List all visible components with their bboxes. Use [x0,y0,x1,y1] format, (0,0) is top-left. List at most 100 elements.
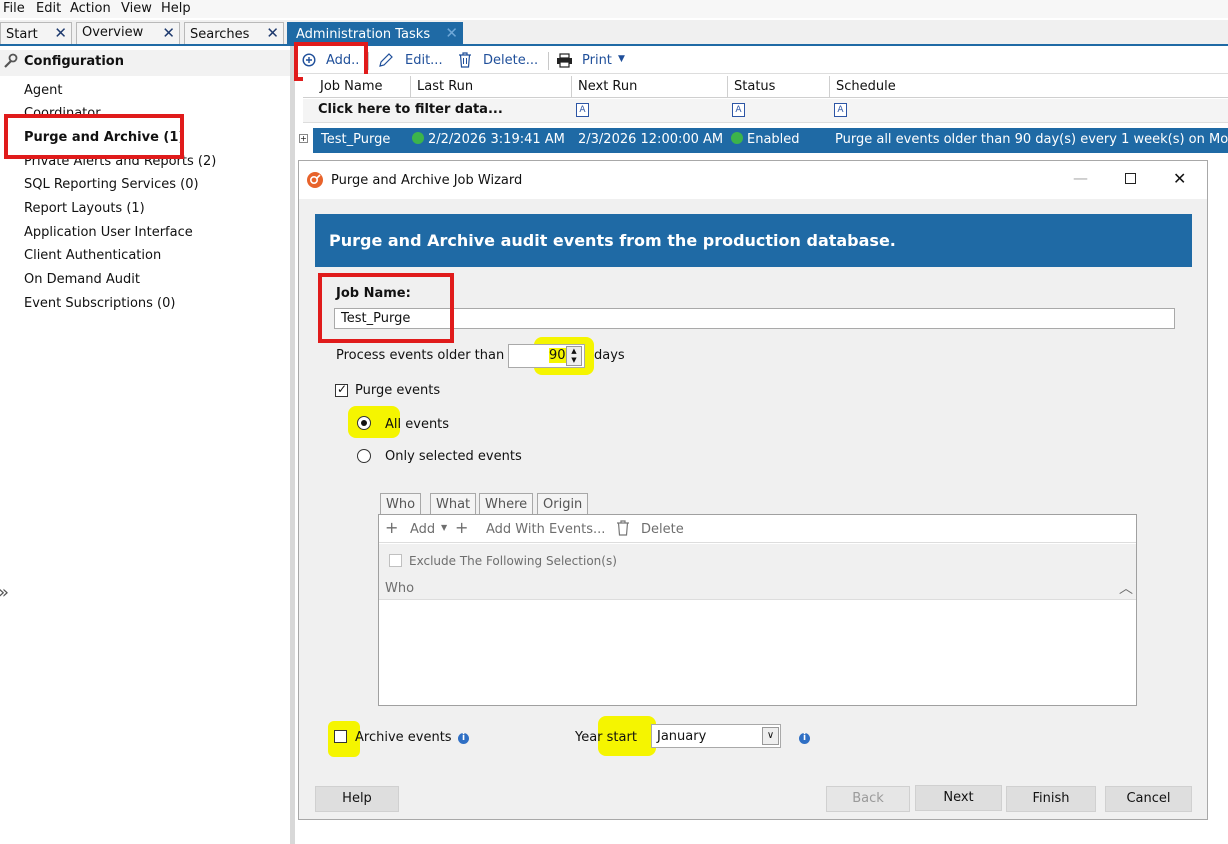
toolbar-separator [548,52,549,70]
tab-administration-tasks-label: Administration Tasks [296,27,431,42]
all-events-label: All events [385,417,450,432]
menu-edit[interactable]: Edit [36,1,61,16]
tab-start[interactable]: Start ✕ [0,22,72,45]
selection-toolbar: + Add ▼ + Add With Events... Delete [379,515,1136,543]
next-button-label: Next [943,790,974,805]
close-icon[interactable]: ✕ [54,24,67,42]
filter-operator-icon[interactable]: A [576,103,589,117]
archive-events-checkbox[interactable] [334,730,347,743]
plus-icon: + [455,518,469,537]
add-circle-icon [302,53,316,67]
column-header-label: Next Run [578,79,638,94]
tab-start-label: Start [6,27,38,42]
edit-button-label: Edit... [405,53,443,68]
subtab-origin[interactable]: Origin [537,493,589,515]
sidebar-item-sql-reporting-services[interactable]: SQL Reporting Services (0) [24,177,199,192]
subtab-where[interactable]: Where [479,493,534,515]
process-days-value: 90 [549,348,566,363]
process-days-stepper[interactable]: 90 ▲ ▼ [508,344,585,368]
sidebar-item-on-demand-audit[interactable]: On Demand Audit [24,272,140,287]
back-button-label: Back [852,791,884,806]
minimize-icon[interactable]: — [1073,169,1088,187]
close-icon[interactable]: ✕ [266,24,279,42]
finish-button[interactable]: Finish [1006,786,1096,812]
close-icon[interactable]: ✕ [162,24,175,42]
collapse-panel-icon[interactable]: » [0,582,9,603]
print-button-label: Print [582,53,612,68]
sidebar-item-client-authentication[interactable]: Client Authentication [24,248,161,263]
app-logo-icon [307,172,323,188]
sub-add-button[interactable]: Add [410,522,435,537]
column-header-job-name[interactable]: Job Name [314,76,411,98]
subtab-what[interactable]: What [430,493,477,515]
tab-administration-tasks[interactable]: Administration Tasks ✕ [287,22,463,45]
job-name-field[interactable]: Test_Purge [334,308,1175,329]
column-header-next-run[interactable]: Next Run [572,76,728,98]
toolbar-separator [368,52,369,70]
cell-status-text: Enabled [747,132,800,147]
archive-events-label: Archive events [355,730,452,745]
sidebar-item-private-alerts-and-reports[interactable]: Private Alerts and Reports (2) [24,154,216,169]
spin-arrows-icon[interactable]: ▲ ▼ [566,346,582,366]
sidebar-item-purge-and-archive[interactable]: Purge and Archive (1) [24,130,184,145]
column-header-label: Last Run [417,79,474,94]
cancel-button[interactable]: Cancel [1105,786,1192,812]
sidebar-item-event-subscriptions[interactable]: Event Subscriptions (0) [24,296,175,311]
filter-row[interactable]: Click here to filter data... [303,99,1228,123]
add-button-label: Add.. [326,53,360,68]
purge-events-checkbox[interactable]: ✓ [335,382,348,397]
exclude-row: Exclude The Following Selection(s) [379,544,1136,578]
column-header-status[interactable]: Status [728,76,830,98]
add-with-events-button[interactable]: Add With Events... [486,522,605,537]
panel-splitter[interactable] [290,46,295,844]
job-name-value: Test_Purge [341,311,411,326]
info-icon[interactable]: i [458,733,469,744]
menu-help[interactable]: Help [161,1,191,16]
sidebar-item-coordinator[interactable]: Coordinator [24,106,101,115]
filter-operator-icon[interactable]: A [834,103,847,117]
info-icon[interactable]: i [799,733,810,744]
subtab-who[interactable]: Who [380,493,422,515]
next-button[interactable]: Next [915,785,1002,811]
pencil-icon [379,53,393,67]
year-start-label: Year start [575,730,637,745]
year-start-select[interactable]: January ∨ [651,724,781,748]
back-button[interactable]: Back [826,786,910,812]
column-header-label: Job Name [320,79,383,94]
exclude-checkbox[interactable] [389,554,402,567]
column-header-last-run[interactable]: Last Run [411,76,572,98]
sidebar-item-agent[interactable]: Agent [24,83,62,98]
help-button[interactable]: Help [315,786,399,812]
wizard-banner: Purge and Archive audit events from the … [315,214,1192,267]
dialog-title: Purge and Archive Job Wizard [331,173,523,188]
column-header-label: Status [734,79,776,94]
process-events-label: Process events older than [336,348,505,363]
menu-file[interactable]: File [3,1,25,16]
finish-button-label: Finish [1032,791,1070,806]
exclude-label: Exclude The Following Selection(s) [409,554,617,568]
menu-view[interactable]: View [121,1,152,16]
filter-operator-icon[interactable]: A [732,103,745,117]
maximize-icon[interactable] [1125,173,1136,184]
configuration-header[interactable]: Configuration [0,50,290,76]
menu-action[interactable]: Action [70,1,111,16]
close-icon[interactable]: ✕ [445,24,458,42]
dialog-title-bar[interactable]: Purge and Archive Job Wizard — ✕ [299,161,1207,199]
trash-icon [617,520,629,536]
all-events-radio[interactable] [357,416,371,430]
sub-delete-button[interactable]: Delete [641,522,684,537]
close-icon[interactable]: ✕ [1173,169,1186,188]
only-selected-events-radio[interactable] [357,449,371,463]
expand-row-icon[interactable]: + [299,134,308,143]
only-selected-events-label: Only selected events [385,449,522,464]
job-name-label: Job Name: [336,286,411,301]
selection-list-header[interactable]: Who ︿ [379,578,1136,600]
delete-button-label: Delete... [483,53,539,68]
sidebar-item-report-layouts[interactable]: Report Layouts (1) [24,201,145,216]
menu-bar: File Edit Action View Help [0,0,1228,18]
column-header-schedule[interactable]: Schedule [830,76,1228,98]
sidebar-item-application-user-interface[interactable]: Application User Interface [24,225,193,240]
year-start-value: January [657,729,707,744]
tab-searches[interactable]: Searches ✕ [184,22,284,45]
tab-overview[interactable]: Overview ✕ [76,22,180,45]
